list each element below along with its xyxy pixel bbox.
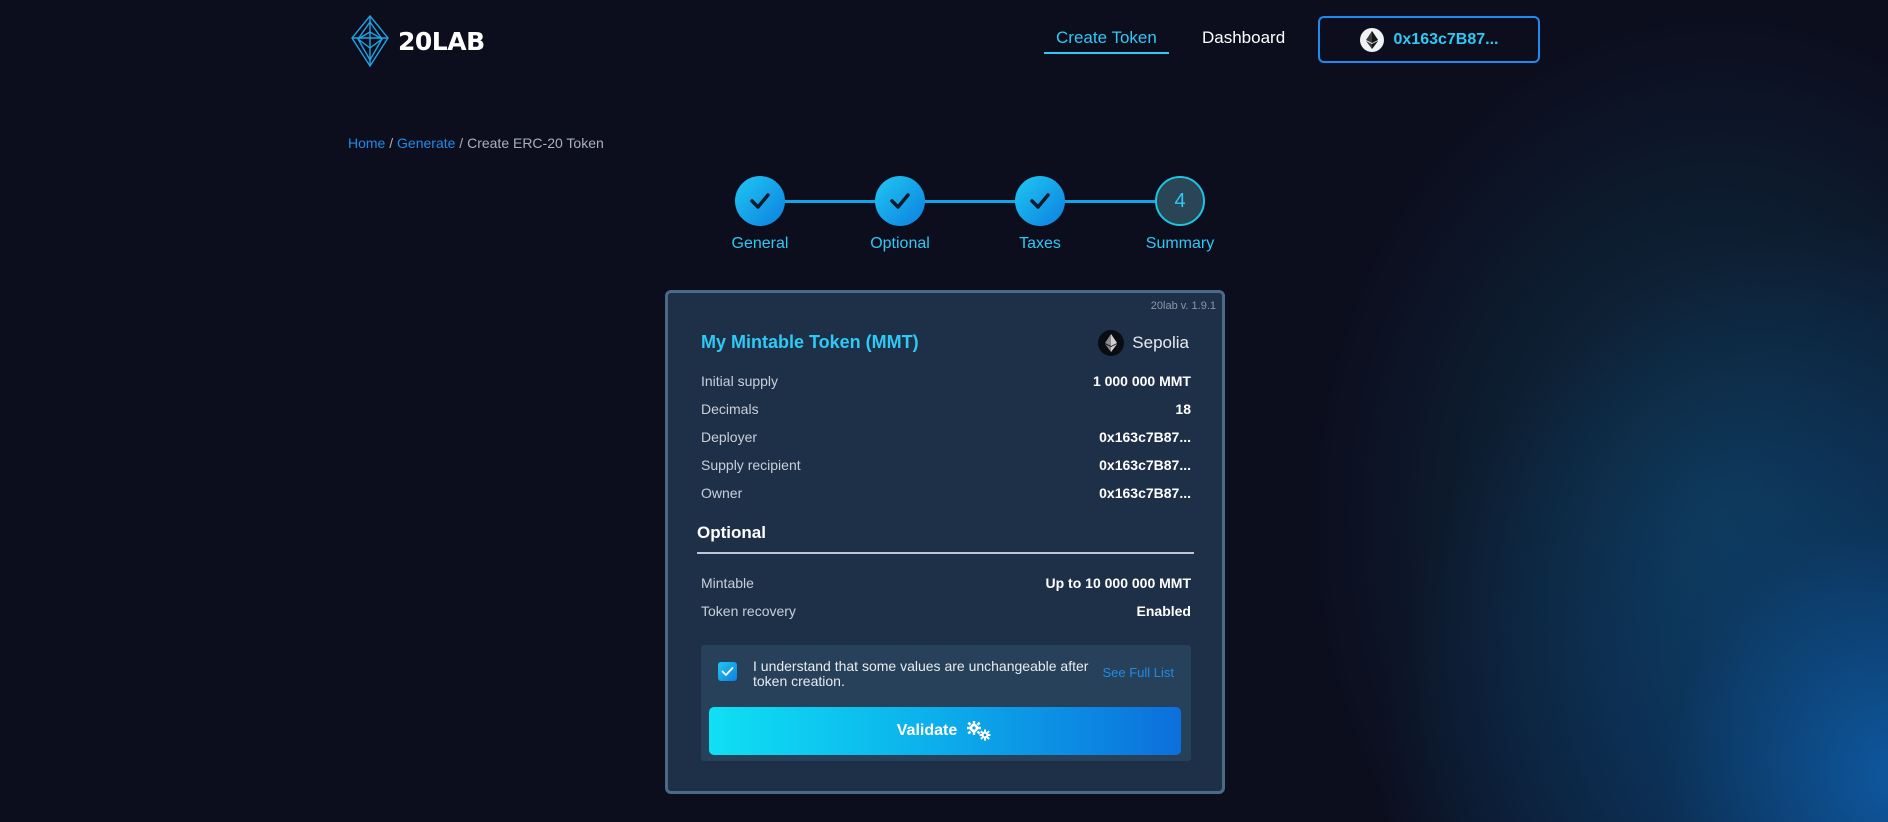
acknowledge-text: I understand that some values are unchan… bbox=[753, 658, 1089, 689]
network-indicator: Sepolia bbox=[1098, 330, 1189, 356]
row-key: Initial supply bbox=[701, 373, 779, 389]
step-check-icon bbox=[1015, 176, 1065, 226]
optional-section-title: Optional bbox=[697, 523, 766, 542]
nav-create-token[interactable]: Create Token bbox=[1044, 22, 1169, 54]
validate-button[interactable]: Validate bbox=[709, 707, 1181, 755]
summary-row: Decimals 18 bbox=[701, 401, 1191, 417]
row-value: 0x163c7B87... bbox=[1099, 429, 1191, 445]
summary-row: Owner 0x163c7B87... bbox=[701, 485, 1191, 501]
validate-label: Validate bbox=[896, 722, 958, 739]
step-label: Optional bbox=[870, 235, 930, 252]
ethereum-icon bbox=[1098, 330, 1125, 356]
step-label: General bbox=[731, 235, 789, 252]
stepper-line bbox=[760, 200, 1180, 203]
token-title: My Mintable Token (MMT) bbox=[701, 332, 919, 352]
ethereum-icon bbox=[1359, 27, 1384, 52]
breadcrumb-home[interactable]: Home bbox=[348, 135, 385, 151]
step-summary[interactable]: 4 Summary bbox=[1120, 176, 1240, 253]
row-value: 0x163c7B87... bbox=[1099, 457, 1191, 473]
see-full-list-link[interactable]: See Full List bbox=[1102, 665, 1174, 680]
logo[interactable]: 20LAB bbox=[348, 14, 485, 68]
step-check-icon bbox=[735, 176, 785, 226]
wallet-address: 0x163c7B87... bbox=[1393, 30, 1499, 48]
row-value: 1 000 000 MMT bbox=[1092, 373, 1191, 389]
logo-diamond-icon bbox=[351, 14, 389, 68]
breadcrumb-separator: / bbox=[459, 135, 464, 151]
summary-row: Initial supply 1 000 000 MMT bbox=[701, 373, 1191, 389]
row-key: Owner bbox=[701, 485, 743, 501]
row-value: 18 bbox=[1175, 401, 1191, 417]
step-general[interactable]: General bbox=[700, 176, 820, 253]
breadcrumb-separator: / bbox=[389, 135, 394, 151]
breadcrumb-generate[interactable]: Generate bbox=[397, 135, 455, 151]
summary-row: Supply recipient 0x163c7B87... bbox=[701, 457, 1191, 473]
step-label: Summary bbox=[1145, 235, 1215, 252]
step-optional[interactable]: Optional bbox=[840, 176, 960, 253]
logo-text: 20LAB bbox=[398, 26, 485, 56]
acknowledgement-box: I understand that some values are unchan… bbox=[701, 645, 1191, 761]
section-divider bbox=[697, 552, 1194, 554]
summary-row: Deployer 0x163c7B87... bbox=[701, 429, 1191, 445]
checkmark-icon bbox=[721, 667, 734, 676]
breadcrumb: Home / Generate / Create ERC-20 Token bbox=[348, 135, 604, 151]
row-value: 0x163c7B87... bbox=[1099, 485, 1191, 501]
row-key: Supply recipient bbox=[701, 457, 801, 473]
summary-row: Token recovery Enabled bbox=[701, 603, 1191, 619]
row-key: Mintable bbox=[701, 575, 754, 591]
acknowledge-checkbox[interactable] bbox=[718, 662, 737, 681]
summary-row: Mintable Up to 10 000 000 MMT bbox=[701, 575, 1191, 591]
gears-icon bbox=[967, 721, 991, 741]
step-number: 4 bbox=[1155, 176, 1205, 226]
summary-card: 20lab v. 1.9.1 My Mintable Token (MMT) S… bbox=[665, 290, 1225, 794]
row-key: Decimals bbox=[701, 401, 759, 417]
network-name: Sepolia bbox=[1132, 333, 1189, 352]
row-key: Token recovery bbox=[701, 603, 796, 619]
wallet-button[interactable]: 0x163c7B87... bbox=[1318, 16, 1540, 63]
breadcrumb-current: Create ERC-20 Token bbox=[467, 135, 604, 151]
version-label: 20lab v. 1.9.1 bbox=[1150, 300, 1216, 312]
step-check-icon bbox=[875, 176, 925, 226]
row-value: Enabled bbox=[1136, 603, 1191, 619]
top-header: 20LAB Create Token Dashboard 0x163c7B87.… bbox=[0, 0, 1888, 80]
nav-dashboard[interactable]: Dashboard bbox=[1202, 22, 1285, 48]
row-value: Up to 10 000 000 MMT bbox=[1045, 575, 1192, 591]
row-key: Deployer bbox=[701, 429, 758, 445]
step-taxes[interactable]: Taxes bbox=[980, 176, 1100, 253]
step-label: Taxes bbox=[1019, 235, 1061, 252]
progress-stepper: General Optional Taxes 4 Summary bbox=[700, 176, 1214, 256]
